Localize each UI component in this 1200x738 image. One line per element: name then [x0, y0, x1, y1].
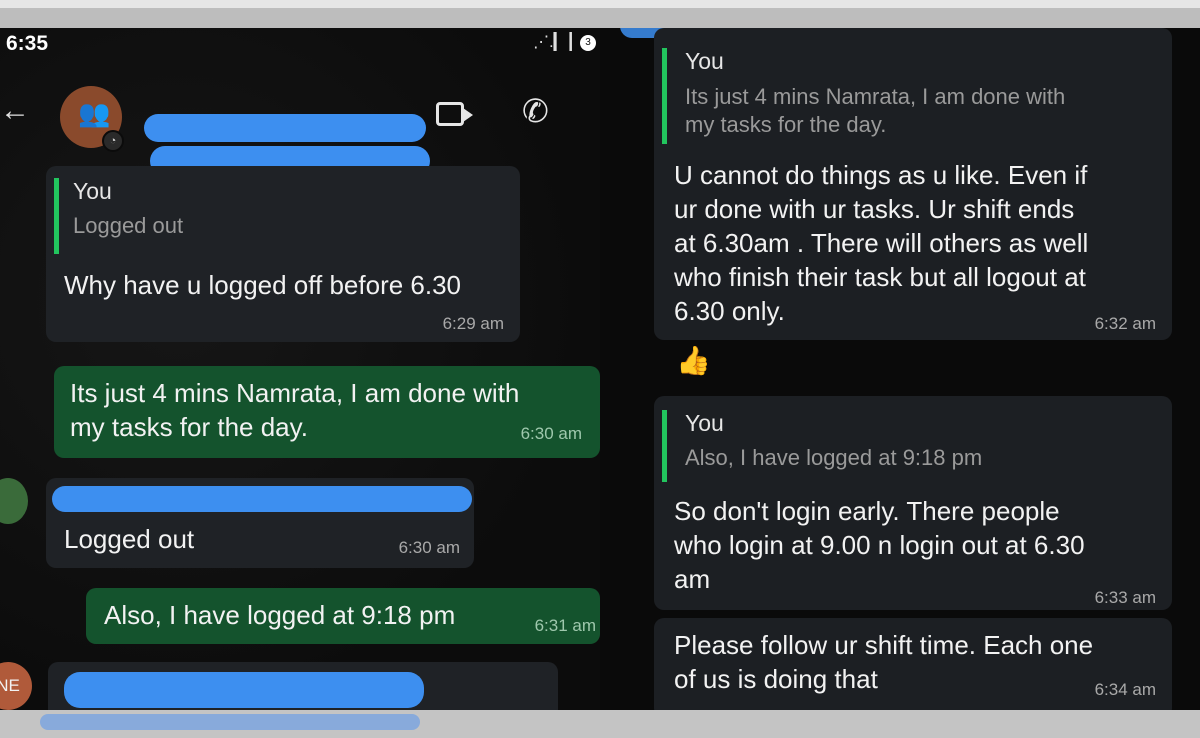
- bottom-frame: [0, 710, 1200, 738]
- quote-author: You: [685, 410, 724, 436]
- quoted-reply: You Its just 4 mins Namrata, I am done w…: [662, 48, 1065, 144]
- incoming-message[interactable]: Logged out 6:30 am: [46, 478, 474, 568]
- message-line: am: [674, 564, 711, 594]
- outgoing-message[interactable]: Its just 4 mins Namrata, I am done with …: [54, 366, 600, 458]
- sender-avatar[interactable]: [0, 478, 28, 524]
- avatar-initials: NE: [0, 676, 20, 695]
- message-text: Logged out: [64, 524, 195, 554]
- top-frame-strip: [0, 0, 1200, 8]
- message-time: 6:34 am: [1094, 680, 1156, 699]
- message-line: Its just 4 mins Namrata, I am done with: [70, 378, 520, 408]
- status-badge-icon: ◔: [102, 130, 124, 152]
- message-line: my tasks for the day.: [70, 412, 308, 442]
- message-time: 6:30 am: [520, 424, 582, 443]
- outgoing-message[interactable]: Also, I have logged at 9:18 pm 6:31 am: [86, 588, 600, 644]
- top-frame: [0, 0, 1200, 28]
- battery-icon: 3: [580, 34, 596, 51]
- quote-line: my tasks for the day.: [685, 112, 887, 137]
- quote-text: Its just 4 mins Namrata, I am done with …: [685, 83, 1065, 139]
- message-line: ur done with ur tasks. Ur shift ends: [674, 194, 1075, 224]
- message-line: who login at 9.00 n login out at 6.30: [674, 530, 1085, 560]
- left-screenshot-panel: 6:35 ⋰.▎┃ 3 ← 👥 ◔ ✆ You Logged out Why h…: [0, 28, 600, 710]
- message-text: Also, I have logged at 9:18 pm: [104, 600, 456, 630]
- incoming-message[interactable]: You Also, I have logged at 9:18 pm So do…: [654, 396, 1172, 610]
- bottom-redaction: [40, 714, 420, 730]
- message-line: Please follow ur shift time. Each one: [674, 630, 1094, 660]
- incoming-message[interactable]: Please follow ur shift time. Each one of…: [654, 618, 1172, 710]
- quote-author: You: [685, 48, 724, 74]
- quote-text: Logged out: [73, 213, 184, 238]
- status-icons: ⋰.▎┃ 3: [533, 32, 596, 52]
- message-time: 6:29 am: [442, 314, 504, 333]
- sender-avatar[interactable]: NE: [0, 662, 32, 710]
- incoming-message[interactable]: You Its just 4 mins Namrata, I am done w…: [654, 28, 1172, 340]
- incoming-message[interactable]: You Logged out Why have u logged off bef…: [46, 166, 520, 342]
- group-avatar[interactable]: 👥 ◔: [60, 86, 124, 152]
- quote-author: You: [73, 178, 112, 204]
- message-time: 6:31 am: [534, 616, 596, 635]
- incoming-message[interactable]: [48, 662, 558, 710]
- message-line: 6.30 only.: [674, 296, 785, 326]
- phone-call-icon[interactable]: ✆: [522, 92, 549, 130]
- message-line: who finish their task but all logout at: [674, 262, 1086, 292]
- signal-icon: ⋰.▎┃: [533, 34, 576, 51]
- message-time: 6:30 am: [398, 538, 460, 557]
- message-time: 6:32 am: [1094, 314, 1156, 333]
- quoted-reply: You Logged out: [54, 178, 183, 254]
- message-line: So don't login early. There people: [674, 496, 1060, 526]
- quoted-reply: You Also, I have logged at 9:18 pm: [662, 410, 982, 482]
- video-call-icon[interactable]: [436, 102, 473, 126]
- status-time: 6:35: [6, 32, 49, 55]
- quote-line: Its just 4 mins Namrata, I am done with: [685, 84, 1066, 109]
- message-time: 6:33 am: [1094, 588, 1156, 607]
- thumbs-up-reaction-icon[interactable]: 👍: [676, 344, 711, 377]
- back-arrow-icon[interactable]: ←: [0, 94, 30, 128]
- redacted-sender: [52, 486, 472, 512]
- message-line: of us is doing that: [674, 664, 878, 694]
- redacted-sender: [64, 672, 424, 708]
- quote-text: Also, I have logged at 9:18 pm: [685, 445, 983, 470]
- right-screenshot-panel: You Its just 4 mins Namrata, I am done w…: [600, 28, 1200, 710]
- redacted-name: [144, 114, 426, 142]
- message-text: Why have u logged off before 6.30: [64, 270, 462, 300]
- message-line: U cannot do things as u like. Even if: [674, 160, 1088, 190]
- group-icon: 👥: [78, 98, 111, 128]
- message-line: at 6.30am . There will others as well: [674, 228, 1089, 258]
